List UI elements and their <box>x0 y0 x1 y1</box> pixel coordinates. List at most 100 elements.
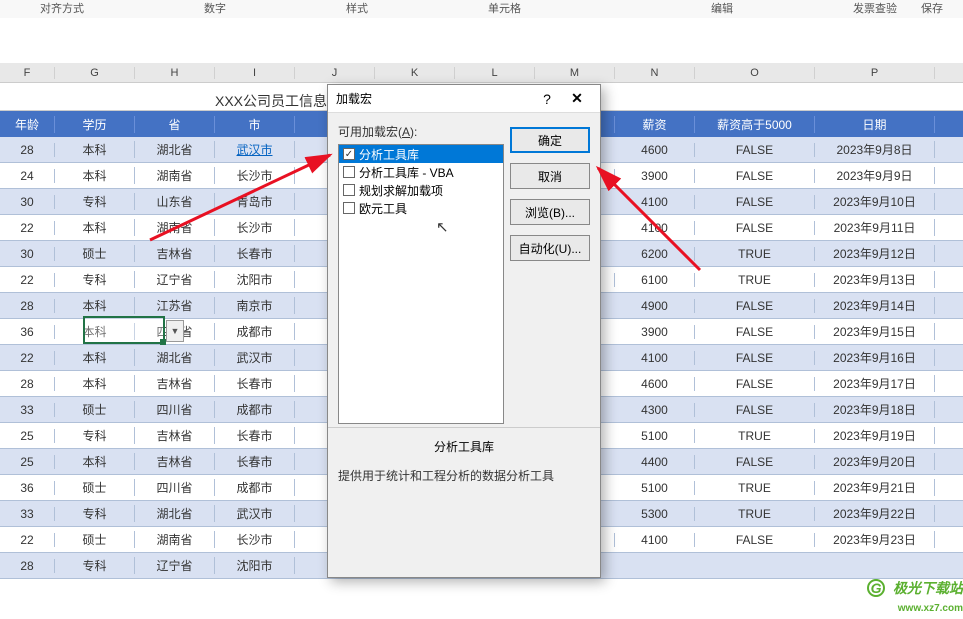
cell-city[interactable]: 长春市 <box>215 453 295 470</box>
cell-gt5000[interactable]: FALSE <box>695 455 815 469</box>
cell-age[interactable]: 28 <box>0 299 55 313</box>
cell-province[interactable]: 湖北省 <box>135 141 215 158</box>
automation-button[interactable]: 自动化(U)... <box>510 235 590 261</box>
cell-date[interactable]: 2023年9月21日 <box>815 479 935 496</box>
cell-gt5000[interactable]: FALSE <box>695 221 815 235</box>
cell-province[interactable]: 四川省 <box>135 479 215 496</box>
cell-city[interactable]: 青岛市 <box>215 193 295 210</box>
cell-dropdown-button[interactable]: ▼ <box>166 320 184 342</box>
cell-province[interactable]: 吉林省 <box>135 427 215 444</box>
help-button[interactable]: ? <box>532 91 562 107</box>
cell-salary[interactable]: 3900 <box>615 169 695 183</box>
cell-age[interactable]: 28 <box>0 559 55 573</box>
ok-button[interactable]: 确定 <box>510 127 590 153</box>
cell-gt5000[interactable]: FALSE <box>695 299 815 313</box>
cell-city[interactable]: 武汉市 <box>215 141 295 158</box>
cell-date[interactable]: 2023年9月23日 <box>815 531 935 548</box>
cell-edu[interactable]: 专科 <box>55 193 135 210</box>
cell-date[interactable]: 2023年9月17日 <box>815 375 935 392</box>
cell-province[interactable]: 吉林省 <box>135 245 215 262</box>
cell-date[interactable]: 2023年9月19日 <box>815 427 935 444</box>
cell-salary[interactable]: 6100 <box>615 273 695 287</box>
cell-date[interactable]: 2023年9月8日 <box>815 141 935 158</box>
cell-edu[interactable]: 专科 <box>55 557 135 574</box>
cell-edu[interactable]: 专科 <box>55 271 135 288</box>
cell-gt5000[interactable]: FALSE <box>695 325 815 339</box>
col-header-H[interactable]: H <box>135 67 215 79</box>
cell-city[interactable]: 南京市 <box>215 297 295 314</box>
cell-city[interactable]: 长沙市 <box>215 531 295 548</box>
cell-city[interactable]: 长沙市 <box>215 167 295 184</box>
cell-salary[interactable]: 6200 <box>615 247 695 261</box>
cell-date[interactable]: 2023年9月10日 <box>815 193 935 210</box>
cell-gt5000[interactable]: FALSE <box>695 195 815 209</box>
cell-salary[interactable]: 4300 <box>615 403 695 417</box>
checkbox-icon[interactable] <box>343 148 355 160</box>
cell-edu[interactable]: 硕士 <box>55 245 135 262</box>
cell-edu[interactable]: 本科 <box>55 297 135 314</box>
cell-edu[interactable]: 专科 <box>55 427 135 444</box>
cell-city[interactable]: 成都市 <box>215 323 295 340</box>
cell-date[interactable]: 2023年9月11日 <box>815 219 935 236</box>
col-header-M[interactable]: M <box>535 67 615 79</box>
cell-age[interactable]: 30 <box>0 195 55 209</box>
cell-age[interactable]: 22 <box>0 533 55 547</box>
cell-date[interactable]: 2023年9月13日 <box>815 271 935 288</box>
cell-gt5000[interactable]: FALSE <box>695 533 815 547</box>
cell-gt5000[interactable]: TRUE <box>695 481 815 495</box>
cell-province[interactable]: 四川省 <box>135 401 215 418</box>
city-link[interactable]: 武汉市 <box>236 143 272 157</box>
addin-item[interactable]: 欧元工具 <box>339 199 503 217</box>
cell-city[interactable]: 武汉市 <box>215 505 295 522</box>
cell-province[interactable]: 吉林省 <box>135 453 215 470</box>
cell-age[interactable]: 36 <box>0 481 55 495</box>
browse-button[interactable]: 浏览(B)... <box>510 199 590 225</box>
cell-salary[interactable]: 5100 <box>615 429 695 443</box>
cell-city[interactable]: 成都市 <box>215 401 295 418</box>
cell-salary[interactable]: 4900 <box>615 299 695 313</box>
cell-date[interactable]: 2023年9月16日 <box>815 349 935 366</box>
cell-edu[interactable]: 专科 <box>55 505 135 522</box>
cell-date[interactable]: 2023年9月20日 <box>815 453 935 470</box>
cell-edu[interactable]: 硕士 <box>55 531 135 548</box>
cell-edu[interactable]: 本科 <box>55 141 135 158</box>
cell-date[interactable]: 2023年9月15日 <box>815 323 935 340</box>
addin-item[interactable]: 分析工具库 <box>339 145 503 163</box>
column-headers[interactable]: F G H I J K L M N O P <box>0 63 963 83</box>
cell-city[interactable]: 武汉市 <box>215 349 295 366</box>
cell-age[interactable]: 25 <box>0 455 55 469</box>
cell-province[interactable]: 湖南省 <box>135 531 215 548</box>
cell-city[interactable]: 沈阳市 <box>215 271 295 288</box>
cell-date[interactable]: 2023年9月14日 <box>815 297 935 314</box>
cell-salary[interactable]: 5100 <box>615 481 695 495</box>
col-header-F[interactable]: F <box>0 67 55 79</box>
cell-age[interactable]: 33 <box>0 507 55 521</box>
cell-age[interactable]: 22 <box>0 221 55 235</box>
addins-listbox[interactable]: 分析工具库分析工具库 - VBA规划求解加载项欧元工具 <box>338 144 504 424</box>
col-header-G[interactable]: G <box>55 67 135 79</box>
cell-edu[interactable]: 本科 <box>55 167 135 184</box>
cell-province[interactable]: 湖北省 <box>135 349 215 366</box>
cell-age[interactable]: 28 <box>0 377 55 391</box>
cell-city[interactable]: 长春市 <box>215 375 295 392</box>
cell-salary[interactable]: 4100 <box>615 195 695 209</box>
col-header-I[interactable]: I <box>215 67 295 79</box>
col-header-N[interactable]: N <box>615 67 695 79</box>
cell-age[interactable]: 22 <box>0 273 55 287</box>
close-button[interactable]: ✕ <box>562 90 592 107</box>
cell-province[interactable]: 辽宁省 <box>135 557 215 574</box>
cell-province[interactable]: 辽宁省 <box>135 271 215 288</box>
cell-gt5000[interactable]: FALSE <box>695 403 815 417</box>
checkbox-icon[interactable] <box>343 202 355 214</box>
col-header-O[interactable]: O <box>695 67 815 79</box>
checkbox-icon[interactable] <box>343 166 355 178</box>
cell-age[interactable]: 24 <box>0 169 55 183</box>
cell-gt5000[interactable]: FALSE <box>695 377 815 391</box>
cell-edu[interactable]: 本科 <box>55 453 135 470</box>
dialog-titlebar[interactable]: 加载宏 ? ✕ <box>328 85 600 113</box>
cell-age[interactable]: 25 <box>0 429 55 443</box>
cell-age[interactable]: 36 <box>0 325 55 339</box>
cell-salary[interactable]: 4400 <box>615 455 695 469</box>
cell-gt5000[interactable]: FALSE <box>695 351 815 365</box>
cell-province[interactable]: 吉林省 <box>135 375 215 392</box>
